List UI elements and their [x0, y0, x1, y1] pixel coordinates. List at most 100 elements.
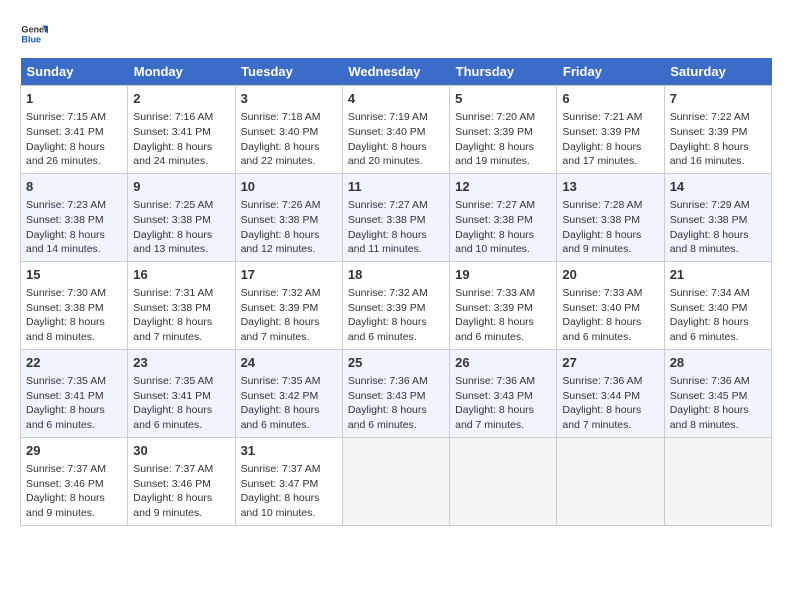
calendar-cell: 13Sunrise: 7:28 AMSunset: 3:38 PMDayligh… — [557, 173, 664, 261]
daylight-text: Daylight: 8 hours and 6 minutes. — [562, 315, 658, 344]
sunrise-text: Sunrise: 7:37 AM — [133, 462, 229, 477]
day-number: 10 — [241, 178, 337, 196]
calendar-cell: 11Sunrise: 7:27 AMSunset: 3:38 PMDayligh… — [342, 173, 449, 261]
calendar-cell: 20Sunrise: 7:33 AMSunset: 3:40 PMDayligh… — [557, 261, 664, 349]
daylight-text: Daylight: 8 hours and 7 minutes. — [455, 403, 551, 432]
sunrise-text: Sunrise: 7:22 AM — [670, 110, 766, 125]
daylight-text: Daylight: 8 hours and 12 minutes. — [241, 228, 337, 257]
sunset-text: Sunset: 3:41 PM — [26, 125, 122, 140]
sunrise-text: Sunrise: 7:26 AM — [241, 198, 337, 213]
logo-icon: General Blue — [20, 20, 48, 48]
calendar-cell: 15Sunrise: 7:30 AMSunset: 3:38 PMDayligh… — [21, 261, 128, 349]
header-day: Sunday — [21, 58, 128, 86]
calendar-cell: 12Sunrise: 7:27 AMSunset: 3:38 PMDayligh… — [450, 173, 557, 261]
sunset-text: Sunset: 3:40 PM — [670, 301, 766, 316]
sunrise-text: Sunrise: 7:19 AM — [348, 110, 444, 125]
daylight-text: Daylight: 8 hours and 14 minutes. — [26, 228, 122, 257]
calendar-cell: 17Sunrise: 7:32 AMSunset: 3:39 PMDayligh… — [235, 261, 342, 349]
sunset-text: Sunset: 3:40 PM — [562, 301, 658, 316]
daylight-text: Daylight: 8 hours and 26 minutes. — [26, 140, 122, 169]
sunset-text: Sunset: 3:38 PM — [562, 213, 658, 228]
day-number: 29 — [26, 442, 122, 460]
sunrise-text: Sunrise: 7:35 AM — [133, 374, 229, 389]
daylight-text: Daylight: 8 hours and 13 minutes. — [133, 228, 229, 257]
sunrise-text: Sunrise: 7:35 AM — [241, 374, 337, 389]
calendar-cell: 28Sunrise: 7:36 AMSunset: 3:45 PMDayligh… — [664, 349, 771, 437]
sunset-text: Sunset: 3:43 PM — [455, 389, 551, 404]
calendar-cell: 16Sunrise: 7:31 AMSunset: 3:38 PMDayligh… — [128, 261, 235, 349]
page-header: General Blue — [20, 20, 772, 48]
sunset-text: Sunset: 3:47 PM — [241, 477, 337, 492]
calendar-cell: 2Sunrise: 7:16 AMSunset: 3:41 PMDaylight… — [128, 86, 235, 174]
sunset-text: Sunset: 3:38 PM — [455, 213, 551, 228]
sunset-text: Sunset: 3:41 PM — [133, 389, 229, 404]
daylight-text: Daylight: 8 hours and 6 minutes. — [26, 403, 122, 432]
calendar-cell: 24Sunrise: 7:35 AMSunset: 3:42 PMDayligh… — [235, 349, 342, 437]
sunset-text: Sunset: 3:45 PM — [670, 389, 766, 404]
daylight-text: Daylight: 8 hours and 10 minutes. — [241, 491, 337, 520]
daylight-text: Daylight: 8 hours and 17 minutes. — [562, 140, 658, 169]
header-day: Friday — [557, 58, 664, 86]
calendar-cell: 9 Sunrise: 7:25 AMSunset: 3:38 PMDaylight… — [128, 173, 235, 261]
sunrise-text: Sunrise: 7:37 AM — [26, 462, 122, 477]
day-number: 18 — [348, 266, 444, 284]
daylight-text: Daylight: 8 hours and 6 minutes. — [670, 315, 766, 344]
week-row: 29Sunrise: 7:37 AMSunset: 3:46 PMDayligh… — [21, 437, 772, 525]
daylight-text: Daylight: 8 hours and 11 minutes. — [348, 228, 444, 257]
day-number: 4 — [348, 90, 444, 108]
sunset-text: Sunset: 3:43 PM — [348, 389, 444, 404]
sunset-text: Sunset: 3:42 PM — [241, 389, 337, 404]
daylight-text: Daylight: 8 hours and 6 minutes. — [241, 403, 337, 432]
day-number: 19 — [455, 266, 551, 284]
sunrise-text: Sunrise: 7:32 AM — [241, 286, 337, 301]
header-day: Tuesday — [235, 58, 342, 86]
calendar-cell: 27Sunrise: 7:36 AMSunset: 3:44 PMDayligh… — [557, 349, 664, 437]
sunset-text: Sunset: 3:39 PM — [241, 301, 337, 316]
daylight-text: Daylight: 8 hours and 19 minutes. — [455, 140, 551, 169]
sunrise-text: Sunrise: 7:36 AM — [455, 374, 551, 389]
calendar-cell — [664, 437, 771, 525]
sunset-text: Sunset: 3:38 PM — [670, 213, 766, 228]
sunrise-text: Sunrise: 7:25 AM — [133, 198, 229, 213]
sunrise-text: Sunrise: 7:34 AM — [670, 286, 766, 301]
week-row: 1Sunrise: 7:15 AMSunset: 3:41 PMDaylight… — [21, 86, 772, 174]
day-number: 3 — [241, 90, 337, 108]
calendar-cell: 30Sunrise: 7:37 AMSunset: 3:46 PMDayligh… — [128, 437, 235, 525]
sunrise-text: Sunrise: 7:33 AM — [562, 286, 658, 301]
header-day: Wednesday — [342, 58, 449, 86]
daylight-text: Daylight: 8 hours and 6 minutes. — [133, 403, 229, 432]
header-day: Saturday — [664, 58, 771, 86]
day-number: 22 — [26, 354, 122, 372]
sunrise-text: Sunrise: 7:29 AM — [670, 198, 766, 213]
day-number: 1 — [26, 90, 122, 108]
day-number: 30 — [133, 442, 229, 460]
calendar-cell — [557, 437, 664, 525]
sunrise-text: Sunrise: 7:16 AM — [133, 110, 229, 125]
day-number: 31 — [241, 442, 337, 460]
sunrise-text: Sunrise: 7:23 AM — [26, 198, 122, 213]
sunset-text: Sunset: 3:44 PM — [562, 389, 658, 404]
sunrise-text: Sunrise: 7:36 AM — [348, 374, 444, 389]
week-row: 8Sunrise: 7:23 AMSunset: 3:38 PMDaylight… — [21, 173, 772, 261]
sunset-text: Sunset: 3:46 PM — [133, 477, 229, 492]
daylight-text: Daylight: 8 hours and 7 minutes. — [562, 403, 658, 432]
sunrise-text: Sunrise: 7:32 AM — [348, 286, 444, 301]
daylight-text: Daylight: 8 hours and 24 minutes. — [133, 140, 229, 169]
daylight-text: Daylight: 8 hours and 8 minutes. — [26, 315, 122, 344]
sunset-text: Sunset: 3:39 PM — [670, 125, 766, 140]
calendar-cell: 23Sunrise: 7:35 AMSunset: 3:41 PMDayligh… — [128, 349, 235, 437]
calendar-cell: 22Sunrise: 7:35 AMSunset: 3:41 PMDayligh… — [21, 349, 128, 437]
sunrise-text: Sunrise: 7:30 AM — [26, 286, 122, 301]
calendar-cell: 25Sunrise: 7:36 AMSunset: 3:43 PMDayligh… — [342, 349, 449, 437]
sunset-text: Sunset: 3:38 PM — [133, 213, 229, 228]
calendar-cell: 26Sunrise: 7:36 AMSunset: 3:43 PMDayligh… — [450, 349, 557, 437]
calendar-cell: 1Sunrise: 7:15 AMSunset: 3:41 PMDaylight… — [21, 86, 128, 174]
daylight-text: Daylight: 8 hours and 7 minutes. — [133, 315, 229, 344]
day-number: 9 — [133, 178, 229, 196]
sunset-text: Sunset: 3:38 PM — [26, 213, 122, 228]
calendar-cell — [450, 437, 557, 525]
sunset-text: Sunset: 3:38 PM — [241, 213, 337, 228]
sunset-text: Sunset: 3:38 PM — [348, 213, 444, 228]
calendar-cell: 7Sunrise: 7:22 AMSunset: 3:39 PMDaylight… — [664, 86, 771, 174]
sunrise-text: Sunrise: 7:21 AM — [562, 110, 658, 125]
